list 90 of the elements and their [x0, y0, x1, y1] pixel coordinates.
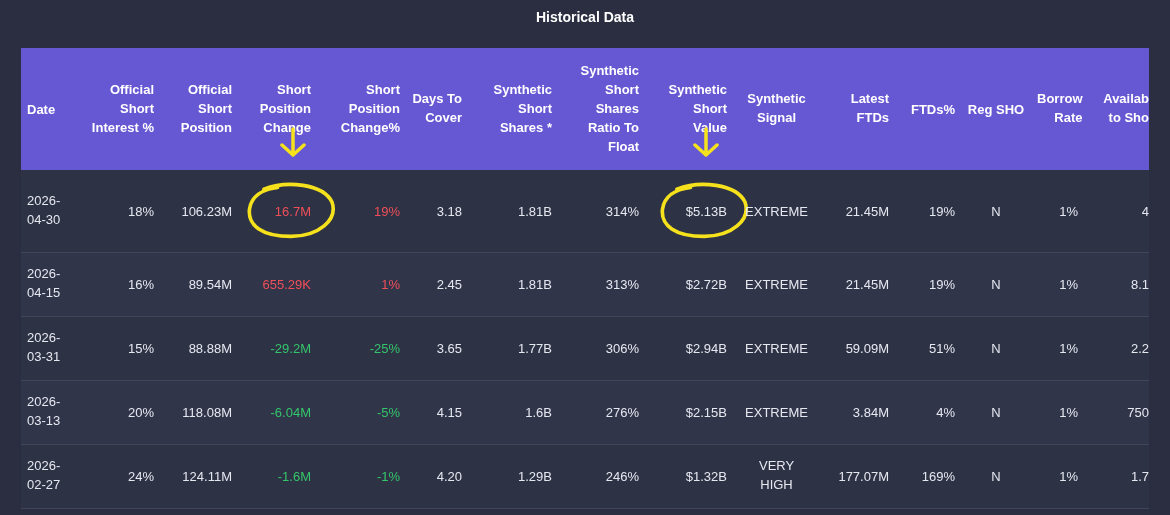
table-cell-text: 124.11M: [182, 468, 232, 486]
table-cell-text: 118.08M: [182, 404, 232, 422]
table-cell-text: 2026-04-15: [27, 265, 62, 302]
table-cell-text: 51%: [928, 340, 955, 358]
table-cell-text: 169%: [921, 468, 955, 486]
table-cell-text: EXTREME: [745, 340, 808, 358]
table-cell-text: N: [991, 404, 1001, 422]
table-cell-text: 276%: [605, 404, 639, 422]
table-cell-text: 2026-02-27: [27, 457, 62, 494]
table-cell-text: 1.77B: [518, 340, 552, 358]
section-title: Historical Data: [535, 7, 634, 27]
table-cell-text: -25%: [369, 340, 400, 358]
table-cell-text: N: [991, 468, 1001, 486]
table-cell-text: 2.45: [436, 276, 462, 294]
table-cell-text: 21.45M: [845, 276, 889, 294]
table-cell-text: 19%: [928, 276, 955, 294]
table-cell-text: EXTREME: [745, 276, 808, 294]
table-cell-text: 2.2: [1130, 340, 1149, 358]
table-cell-text: 4: [1141, 202, 1149, 221]
column-header[interactable]: Official Short Position: [166, 79, 232, 137]
table-cell-text: 313%: [605, 276, 639, 294]
table-cell-text: 106.23M: [181, 202, 232, 221]
table-cell-text: N: [991, 340, 1001, 358]
table-cell-text: 59.09M: [845, 340, 889, 358]
table-cell-text: 19%: [373, 202, 400, 221]
table-cell-text: 16%: [127, 276, 154, 294]
table-cell-text: 1%: [1059, 202, 1078, 221]
column-header[interactable]: Synthetic Short Shares *: [486, 79, 552, 137]
table-cell-text: 3.18: [436, 202, 462, 221]
table-cell-text: -6.04M: [270, 404, 311, 422]
column-header[interactable]: Borrow Rate: [1037, 89, 1083, 127]
table-cell-text: -1%: [376, 468, 400, 486]
column-header[interactable]: Date: [27, 100, 56, 119]
table-cell-text: 19%: [928, 202, 955, 221]
table-cell-text: 24%: [127, 468, 154, 486]
column-header[interactable]: Synthetic Short Value: [661, 79, 727, 137]
table-cell-text: 1.6B: [525, 404, 552, 422]
table-cell-text: -1.6M: [277, 468, 311, 486]
column-header[interactable]: Short Position Change%: [334, 79, 400, 137]
column-header[interactable]: Availab to Sho: [1090, 89, 1149, 127]
table-cell-text: 2026-03-31: [27, 329, 62, 366]
table-cell-text: 1.81B: [518, 276, 552, 294]
table-cell-text: 4%: [936, 404, 955, 422]
table-cell-text: VERY HIGH: [759, 457, 794, 494]
table-cell-text: $2.94B: [685, 340, 727, 358]
table-cell-text: 8.1: [1130, 276, 1149, 294]
column-header[interactable]: FTDs%: [910, 100, 955, 119]
table-cell-text: 655.29K: [262, 276, 311, 294]
table-cell-text: EXTREME: [745, 404, 808, 422]
table-cell-text: $2.15B: [685, 404, 727, 422]
column-header[interactable]: Synthetic Short Shares Ratio To Float: [573, 60, 639, 156]
table-cell-text: 18%: [127, 202, 154, 221]
table-cell-text: 21.45M: [845, 202, 889, 221]
table-cell-text: 4.20: [436, 468, 462, 486]
table-cell-text: N: [991, 202, 1001, 221]
table-cell-text: -29.2M: [270, 340, 311, 358]
column-header[interactable]: Synthetic Signal: [745, 89, 808, 127]
table-cell-text: 2026-03-13: [27, 393, 62, 430]
table-cell-text: 1%: [381, 276, 400, 294]
table-cell-text: 306%: [605, 340, 639, 358]
table-cell-text: 3.84M: [852, 404, 889, 422]
table-cell-text: 1.7: [1130, 468, 1149, 486]
table-cell-text: 3.65: [436, 340, 462, 358]
table-cell-text: 314%: [605, 202, 639, 221]
table-cell-text: $1.32B: [685, 468, 727, 486]
table-cell-text: 1%: [1059, 468, 1078, 486]
table-cell-text: $5.13B: [685, 202, 727, 221]
table-cell-text: 15%: [127, 340, 154, 358]
column-header[interactable]: Latest FTDs: [826, 89, 889, 127]
table-cell-text: 246%: [605, 468, 639, 486]
column-header[interactable]: Reg SHO: [967, 100, 1025, 119]
table-cell-text: 1%: [1059, 340, 1078, 358]
table-cell-text: 16.7M: [274, 202, 311, 221]
table-cell-text: 89.54M: [188, 276, 232, 294]
column-header[interactable]: Short Position Change: [245, 79, 311, 137]
table-cell-text: 88.88M: [188, 340, 232, 358]
column-header[interactable]: Days To Cover: [412, 89, 462, 127]
table-cell-text: 177.07M: [838, 468, 889, 486]
table-cell-text: 1%: [1059, 276, 1078, 294]
table-cell-text: $2.72B: [685, 276, 727, 294]
table-cell-text: -5%: [376, 404, 400, 422]
table-cell-text: 20%: [127, 404, 154, 422]
table-cell-text: N: [991, 276, 1001, 294]
table-cell-text: 1.81B: [518, 202, 552, 221]
column-header[interactable]: Official Short Interest %: [88, 79, 154, 137]
table-cell-text: 2026-04-30: [27, 191, 62, 229]
table-cell-text: 4.15: [436, 404, 462, 422]
table-cell-text: 1.29B: [518, 468, 552, 486]
table-cell-text: 1%: [1059, 404, 1078, 422]
table-cell-text: 750: [1127, 404, 1149, 422]
